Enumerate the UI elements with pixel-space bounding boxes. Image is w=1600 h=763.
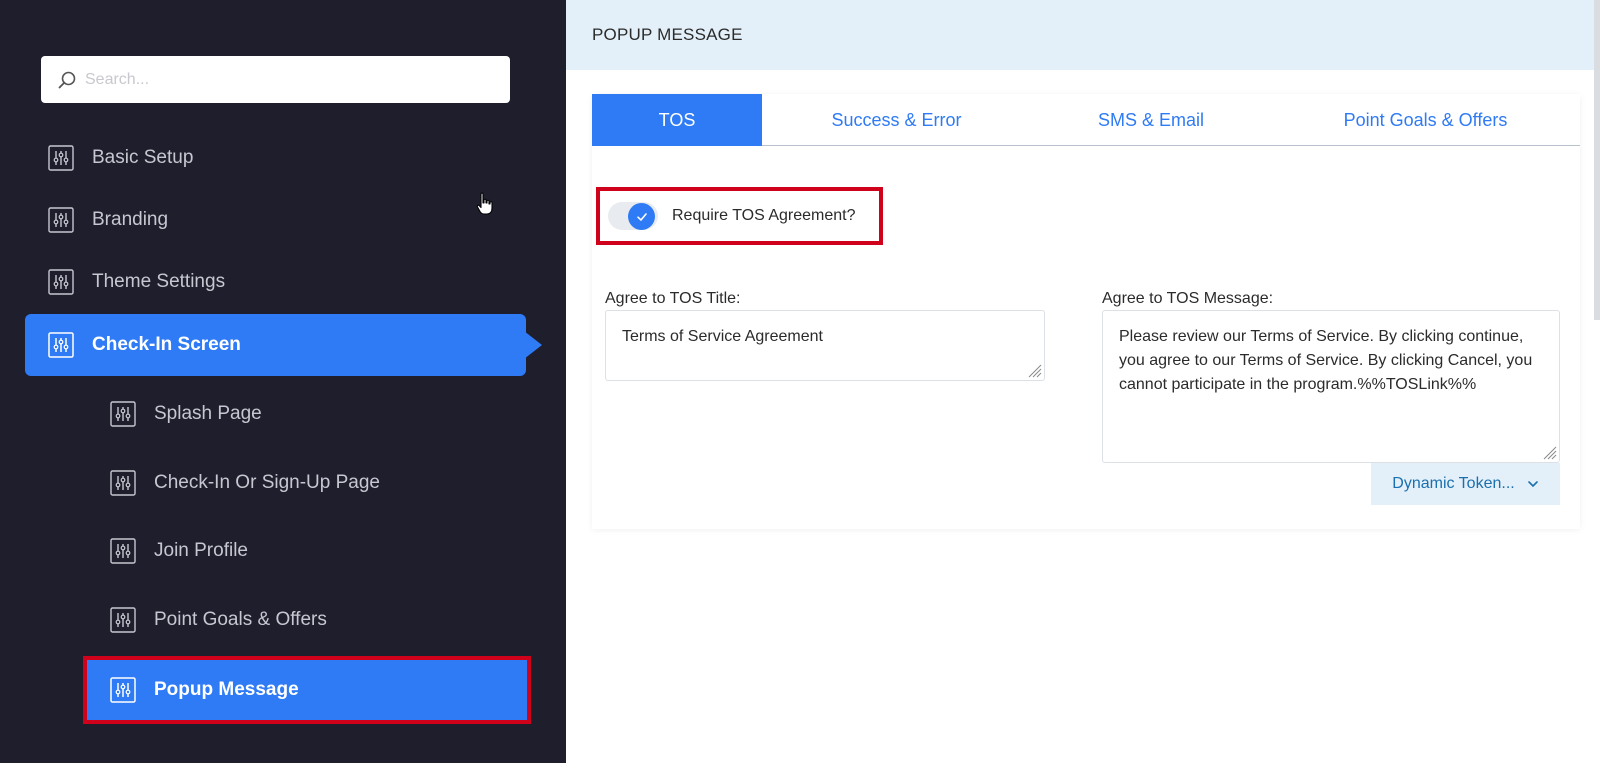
sidebar-subitem-popup-message[interactable]: Popup Message [83,656,531,724]
sliders-icon [48,332,74,358]
sidebar-subitem-label: Check-In Or Sign-Up Page [154,472,380,493]
sliders-icon [48,269,74,295]
dynamic-token-dropdown[interactable]: Dynamic Token... [1371,463,1560,505]
sidebar: Basic Setup Branding Theme Settings Chec… [0,0,566,763]
tos-title-label: Agree to TOS Title: [605,290,741,307]
tab-bar: TOS Success & Error SMS & Email Point Go… [592,94,1580,146]
hand-cursor-icon [476,192,494,221]
sidebar-subitem-check-in-or-sign-up[interactable]: Check-In Or Sign-Up Page [110,453,530,513]
sidebar-subitem-label: Point Goals & Offers [154,609,327,630]
sidebar-subitem-label: Join Profile [154,540,248,561]
sidebar-item-branding[interactable]: Branding [48,190,528,250]
sidebar-item-label: Theme Settings [92,271,226,292]
settings-card: TOS Success & Error SMS & Email Point Go… [592,94,1580,529]
sidebar-subitem-splash-page[interactable]: Splash Page [110,384,530,444]
sidebar-item-check-in-screen[interactable]: Check-In Screen [25,314,526,376]
sidebar-subitem-point-goals-offers[interactable]: Point Goals & Offers [110,590,530,650]
tab-success-error[interactable]: Success & Error [762,94,1031,146]
tab-tos[interactable]: TOS [592,94,762,146]
sidebar-subitem-label: Splash Page [154,403,262,424]
search-box[interactable] [41,56,510,103]
resize-grip-icon[interactable] [1541,444,1557,460]
search-input[interactable] [85,70,485,89]
require-tos-toggle[interactable] [608,202,658,230]
sidebar-item-basic-setup[interactable]: Basic Setup [48,128,528,188]
sidebar-item-label: Check-In Screen [92,334,241,355]
sliders-icon [48,207,74,233]
page-title: POPUP MESSAGE [566,0,1600,70]
tos-message-field-wrap: Please review our Terms of Service. By c… [1102,310,1560,463]
sliders-icon [110,401,136,427]
sliders-icon [110,470,136,496]
sliders-icon [110,677,136,703]
toggle-label: Require TOS Agreement? [672,207,856,224]
scrollbar[interactable] [1594,0,1600,320]
check-icon [628,203,655,230]
search-icon [57,70,77,90]
chevron-down-icon [1527,480,1539,488]
tos-message-textarea[interactable]: Please review our Terms of Service. By c… [1103,311,1559,462]
dynamic-token-label: Dynamic Token... [1392,475,1515,492]
sidebar-item-label: Basic Setup [92,147,194,168]
require-tos-toggle-row: Require TOS Agreement? [596,187,883,245]
tos-title-textarea[interactable]: Terms of Service Agreement [606,311,1044,380]
sliders-icon [110,538,136,564]
main-panel: POPUP MESSAGE TOS Success & Error SMS & … [566,0,1600,763]
sidebar-item-label: Branding [92,209,169,230]
active-indicator-arrow [524,331,542,359]
sliders-icon [48,145,74,171]
sidebar-subitem-join-profile[interactable]: Join Profile [110,521,530,581]
tos-message-label: Agree to TOS Message: [1102,290,1274,307]
sidebar-item-theme-settings[interactable]: Theme Settings [48,252,528,312]
tab-sms-email[interactable]: SMS & Email [1031,94,1271,146]
sidebar-subitem-label: Popup Message [154,679,299,700]
tab-point-goals-offers[interactable]: Point Goals & Offers [1271,94,1580,146]
resize-grip-icon[interactable] [1026,362,1042,378]
sliders-icon [110,607,136,633]
tos-title-field-wrap: Terms of Service Agreement [605,310,1045,381]
